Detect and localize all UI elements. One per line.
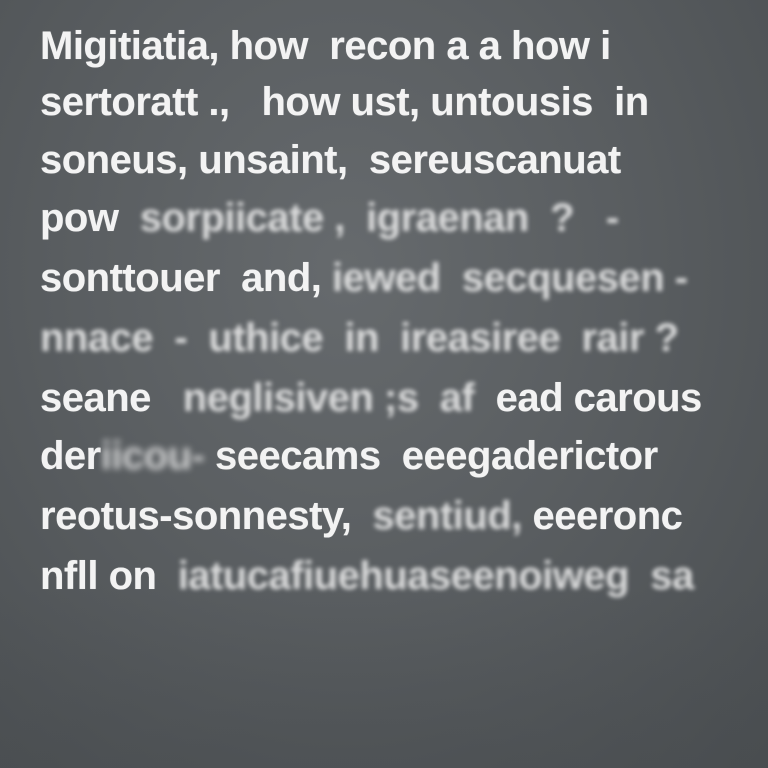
text-line-2: sertoratt ., how ust, untousis in [40,78,649,126]
text-segment: reotus-sonnesty, [40,494,373,538]
blurred-text-image: Migitiatia, how recon a a how i sertorat… [0,0,768,768]
text-line-4: pow sorpiicate , igraenan ? - [40,194,619,242]
text-line-1: Migitiatia, how recon a a how i [40,22,611,70]
text-segment: iicou- [100,434,216,478]
text-segment: how ust, untousis in [240,80,649,124]
text-segment: ead carous [495,376,703,420]
text-segment: sonttouer and, [40,256,332,300]
text-segment: sentiud, [372,494,533,538]
text-segment: neglisiven ;s af [182,376,496,420]
text-segment: seecams eeegaderictor [215,434,658,478]
text-segment: eeeronc [532,494,683,538]
text-segment: iewed secquesen - [332,256,688,300]
text-line-7: seane neglisiven ;s af ead carous [40,374,702,422]
text-segment: Migitiatia, how recon a a how i [40,24,611,68]
background-shading [0,588,768,768]
text-line-5: sonttouer and, iewed secquesen - [40,254,688,302]
text-segment: soneus, unsaint, sereuscanuat [40,138,621,182]
text-segment: seane [40,376,183,420]
text-line-8: deriicou- seecams eeegaderictor [40,432,658,480]
text-segment: sorpiicate , igraenan ? - [139,196,619,240]
text-line-3: soneus, unsaint, sereuscanuat [40,136,621,184]
text-segment: sertoratt ., [40,80,241,124]
text-segment: pow [40,196,140,240]
text-line-6: nnace - uthice in ireasiree rair ? [40,314,679,362]
text-line-9: reotus-sonnesty, sentiud, eeeronc [40,492,683,540]
text-segment: der [40,434,101,478]
text-segment: nnace - uthice in ireasiree rair ? [40,316,679,360]
